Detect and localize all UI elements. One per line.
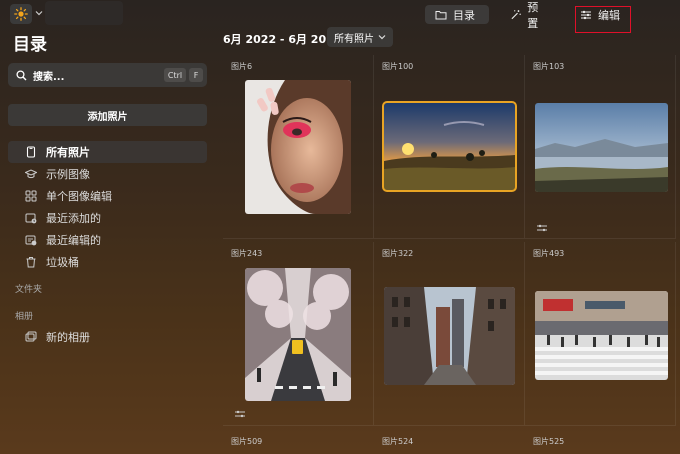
photo-label: 图片243 — [231, 249, 263, 258]
sidebar-item-recent-edited[interactable]: 最近编辑的 — [8, 229, 207, 251]
photo-filter-dropdown[interactable]: 所有照片 — [327, 27, 393, 47]
blank-tab — [45, 1, 123, 25]
shortcut-f-key: F — [189, 68, 203, 82]
photo-grid: 图片6 图片100 图片103 图片243 图片322 图片493 图片509 … — [223, 55, 680, 454]
sidebar-item-label: 最近添加的 — [46, 212, 101, 225]
photo-thumbnail-selected[interactable] — [382, 101, 517, 192]
photo-thumbnail[interactable] — [245, 80, 351, 214]
sun-icon — [14, 7, 28, 21]
sidebar-item-trash[interactable]: 垃圾桶 — [8, 251, 207, 273]
grid-icon — [25, 190, 37, 202]
sidebar-item-single-edit[interactable]: 单个图像编辑 — [8, 185, 207, 207]
photo-label: 图片493 — [533, 249, 565, 258]
photo-cell[interactable]: 图片100 — [374, 55, 525, 239]
folders-section-label: 文件夹 — [15, 285, 43, 295]
search-placeholder: 搜索... — [33, 71, 65, 83]
search-icon — [16, 69, 27, 80]
photo-thumbnail[interactable] — [245, 268, 351, 401]
magic-wand-icon — [511, 9, 521, 19]
photo-cell[interactable]: 图片243 — [223, 242, 374, 426]
photo-cell[interactable]: 图片6 — [223, 55, 374, 239]
folder-icon — [435, 10, 447, 19]
photo-label: 图片509 — [231, 437, 263, 446]
catalog-tab-label: 目录 — [453, 8, 475, 22]
albums-section-label: 相册 — [15, 312, 34, 322]
sidebar-item-samples[interactable]: 示例图像 — [8, 163, 207, 185]
chevron-down-icon[interactable] — [35, 9, 43, 17]
cherry-blossom-street-image — [245, 268, 351, 401]
edited-indicator-icon — [235, 410, 245, 418]
sidebar-item-all-photos[interactable]: 所有照片 — [8, 141, 207, 163]
date-range: 6月 2022 - 6月 2025 — [223, 33, 342, 46]
graduation-cap-icon — [25, 169, 37, 179]
sidebar-item-label: 单个图像编辑 — [46, 190, 112, 203]
sunset-image — [384, 103, 515, 190]
edited-indicator-icon — [537, 224, 547, 232]
crosswalk-image — [535, 291, 668, 380]
search-input[interactable]: 搜索... Ctrl F — [8, 63, 207, 87]
add-photos-button[interactable]: 添加照片 — [8, 104, 207, 126]
photo-cell[interactable]: 图片322 — [374, 242, 525, 426]
photo-filter-label: 所有照片 — [334, 33, 374, 45]
highlight-box — [575, 6, 631, 33]
new-album-label: 新的相册 — [46, 331, 90, 344]
app-menu-button[interactable] — [10, 4, 32, 24]
sidebar-item-label: 垃圾桶 — [46, 256, 79, 269]
album-add-icon — [25, 331, 37, 342]
catalog-tab-button[interactable]: 目录 — [425, 5, 489, 24]
photo-label: 图片6 — [231, 62, 253, 71]
portrait-image — [245, 80, 351, 214]
trash-icon — [26, 257, 36, 268]
photo-label: 图片322 — [382, 249, 414, 258]
chevron-down-icon — [378, 35, 386, 40]
presets-tab-button[interactable]: 预置 — [500, 1, 558, 30]
sidebar-item-recent-added[interactable]: 最近添加的 — [8, 207, 207, 229]
photo-label: 图片524 — [382, 437, 414, 446]
sidebar-item-label: 所有照片 — [46, 146, 90, 159]
presets-tab-label: 预置 — [527, 0, 539, 30]
sidebar-nav: 所有照片 示例图像 单个图像编辑 最近添加的 最近编辑的 垃圾桶 — [8, 141, 207, 273]
sidebar-item-label: 最近编辑的 — [46, 234, 101, 247]
page-title: 目录 — [13, 35, 47, 55]
photo-thumbnail[interactable] — [535, 291, 668, 380]
shortcut-ctrl-key: Ctrl — [164, 68, 186, 82]
sidebar-item-label: 示例图像 — [46, 168, 90, 181]
photo-label: 图片103 — [533, 62, 565, 71]
photo-thumbnail[interactable] — [535, 103, 668, 192]
phone-icon — [26, 146, 36, 158]
photo-label: 图片525 — [533, 437, 565, 446]
photo-cell[interactable]: 图片493 — [525, 242, 676, 426]
photo-label: 图片100 — [382, 62, 414, 71]
recent-added-icon — [25, 213, 37, 224]
new-album-button[interactable]: 新的相册 — [8, 326, 207, 348]
lake-image — [535, 103, 668, 192]
photo-thumbnail[interactable] — [384, 287, 515, 385]
sidebar: 目录 搜索... Ctrl F 添加照片 所有照片 示例图像 单个图像编辑 最近… — [0, 26, 216, 454]
old-town-street-image — [384, 287, 515, 385]
recent-edited-icon — [25, 235, 37, 246]
photo-cell[interactable]: 图片103 — [525, 55, 676, 239]
